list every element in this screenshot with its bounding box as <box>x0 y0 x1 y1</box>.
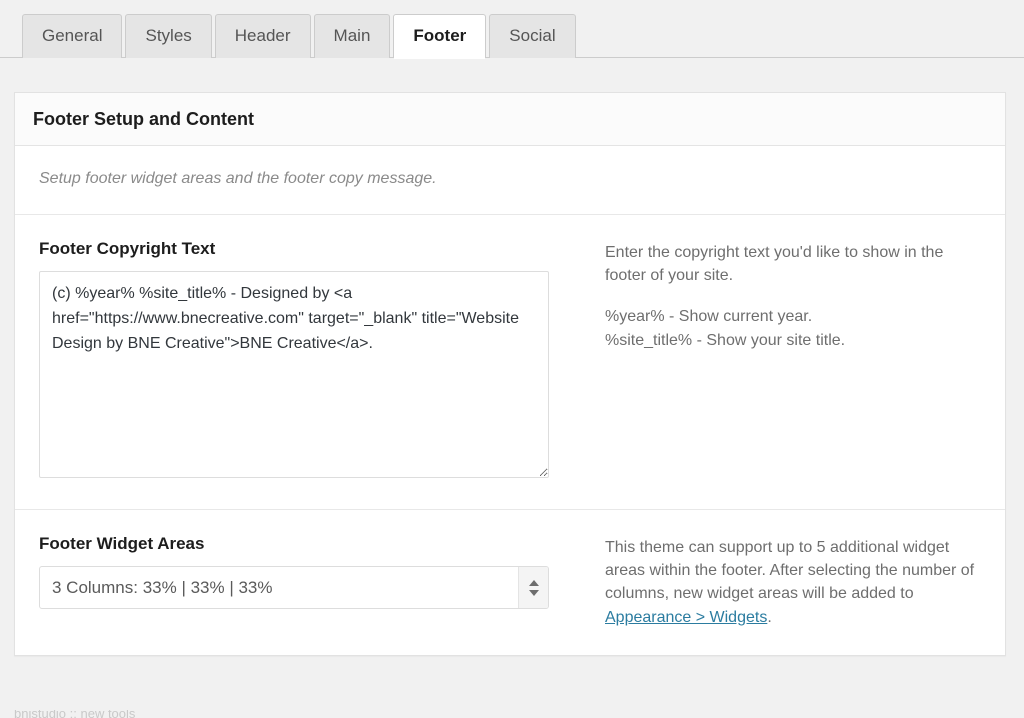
tab-main[interactable]: Main <box>313 14 391 58</box>
panel-title: Footer Setup and Content <box>15 93 1005 146</box>
footer-copyright-control: Footer Copyright Text <box>39 239 573 483</box>
footer-copyright-label: Footer Copyright Text <box>39 239 216 258</box>
copyright-help-primary: Enter the copyright text you'd like to s… <box>605 244 944 285</box>
footer-settings-panel: Footer Setup and Content Setup footer wi… <box>14 92 1006 656</box>
footer-widget-areas-help: This theme can support up to 5 additiona… <box>573 534 981 629</box>
footer-copyright-row: Footer Copyright Text Enter the copyrigh… <box>15 215 1005 509</box>
select-stepper-button[interactable] <box>518 567 548 608</box>
footer-widget-areas-label: Footer Widget Areas <box>39 534 205 553</box>
tab-social[interactable]: Social <box>489 14 576 58</box>
tab-footer[interactable]: Footer <box>393 14 487 59</box>
footer-widget-areas-row: Footer Widget Areas 3 Columns: 33% | 33%… <box>15 509 1005 655</box>
footer-copyright-textarea[interactable] <box>39 271 549 478</box>
footer-copyright-help: Enter the copyright text you'd like to s… <box>573 239 981 483</box>
footer-widget-areas-control: Footer Widget Areas 3 Columns: 33% | 33%… <box>39 534 573 629</box>
settings-tab-bar: General Styles Header Main Footer Social <box>0 0 1024 59</box>
tab-header[interactable]: Header <box>214 14 311 58</box>
tab-styles[interactable]: Styles <box>125 14 212 58</box>
clipped-footer-text: bnistudio :: new tools <box>14 710 136 718</box>
footer-widget-areas-select-wrap: 3 Columns: 33% | 33% | 33% <box>39 566 549 609</box>
copyright-help-token-year: %year% - Show current year. <box>605 308 813 326</box>
panel-description: Setup footer widget areas and the footer… <box>15 146 1005 215</box>
appearance-widgets-link[interactable]: Appearance > Widgets <box>605 609 767 626</box>
chevron-up-icon <box>528 579 539 586</box>
widget-areas-help-text: This theme can support up to 5 additiona… <box>605 536 981 629</box>
widget-areas-help-after-link: . <box>767 608 772 626</box>
footer-widget-areas-select[interactable]: 3 Columns: 33% | 33% | 33% <box>39 566 549 609</box>
chevron-down-icon <box>528 589 539 596</box>
widget-areas-help-before-link: This theme can support up to 5 additiona… <box>605 539 975 603</box>
tab-general[interactable]: General <box>22 14 123 58</box>
copyright-help-token-site-title: %site_title% - Show your site title. <box>605 331 846 349</box>
